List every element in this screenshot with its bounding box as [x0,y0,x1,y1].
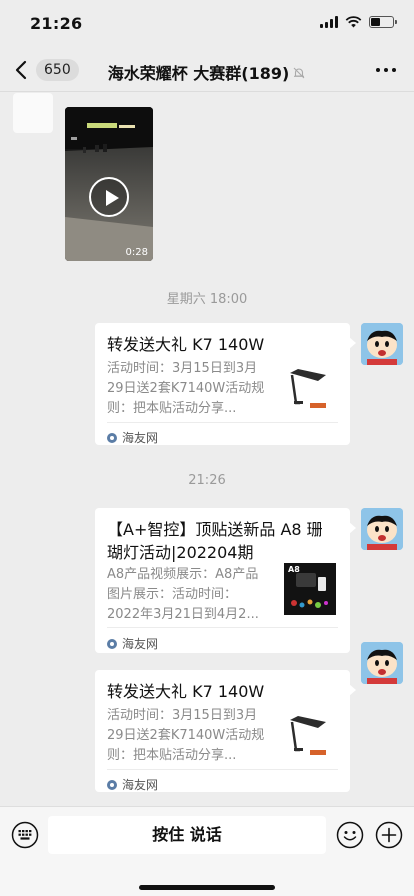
battery-level [371,18,381,26]
more-options-button[interactable] [376,68,396,72]
cartoon-avatar-image [361,508,403,550]
keyboard-icon[interactable] [11,821,39,849]
lamp-thumbnail-image [284,363,336,415]
card-source: 海友网 [107,429,158,446]
cellular-signal-icon [320,16,338,28]
video-duration: 0:28 [125,247,148,258]
time-divider: 21:26 [188,473,226,488]
card-source-name: 海友网 [122,637,159,651]
source-app-icon [107,432,117,443]
status-bar: 21:26 [0,0,414,48]
card-title: 转发送大礼 K7 140W [107,682,265,701]
link-card[interactable]: 【A+智控】顶贴送新品 A8 珊瑚灯活动|202204期 A8产品视频展示：A8… [95,508,356,653]
input-bar: 按住 说话 [0,806,414,896]
status-time: 21:26 [30,14,83,33]
cartoon-avatar-image [361,323,403,365]
hold-to-talk-button[interactable]: 按住 说话 [48,816,326,854]
cartoon-avatar-image [361,642,403,684]
plus-icon[interactable] [375,821,403,849]
card-thumbnail: A8 [284,563,336,615]
play-button[interactable] [89,177,129,217]
card-thumbnail [284,363,336,415]
time-divider: 星期六 18:00 [166,292,248,307]
chat-title-text: 海水荣耀杯 大赛群(189) [107,64,290,83]
link-card[interactable]: 转发送大礼 K7 140W 活动时间：3月15日到3月29日送2套K7140W活… [95,670,356,793]
card-description: A8产品视频展示：A8产品图片展示：活动时间：2022年3月21日到4月2... [107,567,259,622]
lamp-thumbnail-image [284,710,336,762]
chat-title: 海水荣耀杯 大赛群(189) [0,60,414,84]
mute-bell-icon [293,67,305,79]
source-app-icon [107,638,117,649]
thumbnail-label: A8 [288,565,300,574]
my-avatar[interactable] [361,323,403,365]
card-divider [107,422,338,423]
card-title: 【A+智控】顶贴送新品 A8 珊瑚灯活动|202204期 [107,520,323,562]
status-icons [320,16,397,28]
card-divider [107,627,338,628]
card-description: 活动时间：3月15日到3月29日送2套K7140W活动规则：把本贴活动分享... [107,361,265,416]
home-indicator [139,885,275,890]
link-card[interactable]: 转发送大礼 K7 140W 活动时间：3月15日到3月29日送2套K7140W活… [95,323,356,446]
chat-header: 650 海水荣耀杯 大赛群(189) [0,48,414,92]
my-avatar[interactable] [361,508,403,550]
wifi-icon [345,16,362,28]
chat-messages[interactable]: 0:28 星期六 18:00 转发送大礼 K7 140W 活动时间：3月15日到… [0,93,414,806]
sender-avatar[interactable] [13,93,53,133]
battery-icon [369,16,397,28]
card-description: 活动时间：3月15日到3月29日送2套K7140W活动规则：把本贴活动分享... [107,708,265,763]
card-title: 转发送大礼 K7 140W [107,335,265,354]
card-thumbnail [284,710,336,762]
card-source-name: 海友网 [122,431,159,445]
my-avatar[interactable] [361,642,403,684]
video-message[interactable]: 0:28 [65,107,153,261]
card-source: 海友网 [107,635,158,652]
card-divider [107,769,338,770]
emoji-icon[interactable] [336,821,364,849]
card-source-name: 海友网 [122,778,159,792]
card-source: 海友网 [107,776,158,793]
source-app-icon [107,779,117,790]
